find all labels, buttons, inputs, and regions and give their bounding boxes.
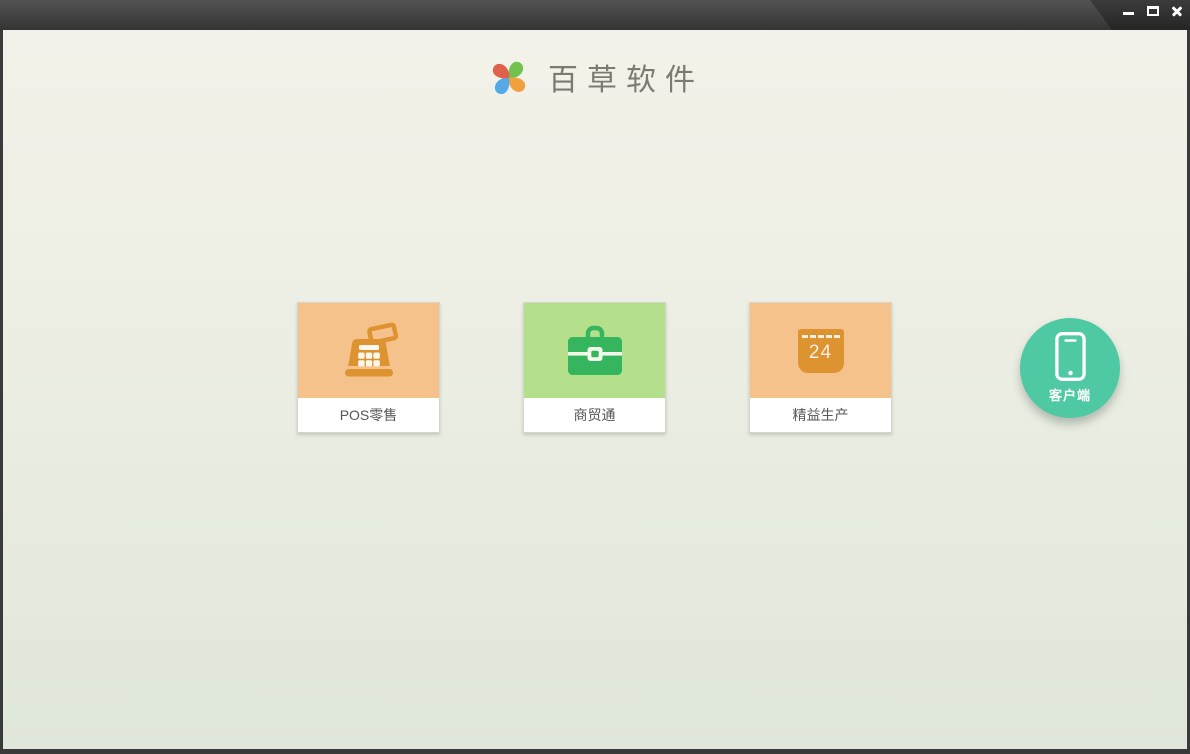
calendar-perforation <box>801 334 840 338</box>
maximize-icon <box>1146 6 1159 16</box>
client-button-label: 客户端 <box>1048 388 1091 403</box>
card-icon-area <box>524 303 665 398</box>
card-icon-area: 24 <box>750 303 891 398</box>
main-content: 百草软件 POS零售 商贸通 24 精益生产 客户端 <box>0 30 1190 754</box>
header: 百草软件 <box>3 54 1187 99</box>
briefcase-icon <box>567 325 622 375</box>
calendar-day-number: 24 <box>808 341 833 363</box>
minimize-button[interactable] <box>1121 3 1136 19</box>
title-bar <box>0 0 1190 30</box>
app-window: 百草软件 POS零售 商贸通 24 精益生产 客户端 <box>0 0 1190 754</box>
card-label: 精益生产 <box>750 398 891 432</box>
window-controls <box>1121 0 1184 22</box>
pinwheel-logo-icon <box>492 61 526 95</box>
smartphone-icon <box>1054 332 1086 381</box>
client-button[interactable]: 客户端 <box>1020 318 1120 418</box>
card-label: 商贸通 <box>524 398 665 432</box>
product-card-trade[interactable]: 商贸通 <box>523 302 666 433</box>
card-label: POS零售 <box>298 398 439 432</box>
card-icon-area <box>298 303 439 398</box>
minimize-icon <box>1123 11 1134 15</box>
close-icon <box>1171 5 1183 17</box>
maximize-button[interactable] <box>1145 3 1160 19</box>
app-title: 百草软件 <box>548 62 704 98</box>
calendar-24-icon: 24 <box>797 328 844 373</box>
product-card-lean-production[interactable]: 24 精益生产 <box>749 302 892 433</box>
close-button[interactable] <box>1169 3 1184 19</box>
product-card-pos-retail[interactable]: POS零售 <box>297 302 440 433</box>
cash-register-icon <box>344 322 398 376</box>
